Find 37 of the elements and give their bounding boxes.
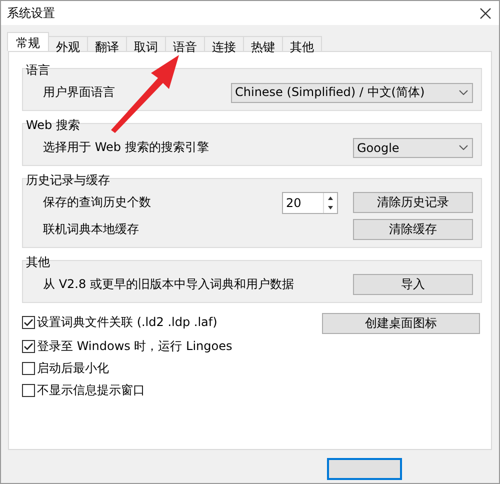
setting-label: 联机词典本地缓存 — [42, 221, 140, 238]
action-button[interactable]: 清除缓存 — [353, 219, 473, 240]
window-title: 系统设置 — [7, 4, 55, 22]
group-title: Web 搜索 — [25, 117, 81, 133]
chevron-down-icon — [459, 90, 468, 95]
chevron-down-icon — [459, 145, 468, 150]
tab[interactable]: 翻译 — [87, 36, 127, 51]
group-title: 语言 — [25, 62, 51, 78]
setting-label: 用户界面语言 — [42, 84, 116, 101]
dropdown[interactable]: Chinese (Simplified) / 中文(简体) — [231, 82, 473, 102]
checkbox-label[interactable]: 设置词典文件关联 (.ld2 .ldp .laf) — [37, 314, 218, 331]
tab[interactable]: 语音 — [165, 36, 205, 51]
group-title: 其他 — [25, 254, 51, 270]
checkbox-label[interactable]: 不显示信息提示窗口 — [37, 382, 145, 399]
checkbox-label[interactable]: 启动后最小化 — [37, 360, 109, 377]
action-button[interactable]: 清除历史记录 — [353, 192, 473, 213]
setting-label: 从 V2.8 或更早的旧版本中导入词典和用户数据 — [42, 276, 295, 293]
desktop-icon-button[interactable]: 创建桌面图标 — [322, 313, 480, 334]
group-title: 历史记录与缓存 — [25, 172, 111, 188]
tab[interactable]: 外观 — [48, 36, 88, 51]
setting-label: 保存的查询历史个数 — [42, 194, 152, 211]
tab[interactable]: 取词 — [126, 36, 166, 51]
action-button[interactable]: 导入 — [353, 274, 473, 295]
dialog-button[interactable] — [327, 458, 402, 480]
setting-label: 选择用于 Web 搜索的搜索引擎 — [42, 139, 210, 156]
checkbox[interactable] — [22, 316, 35, 329]
checkbox[interactable] — [22, 362, 35, 375]
checkbox-label[interactable]: 登录至 Windows 时，运行 Lingoes — [37, 338, 232, 355]
tab[interactable]: 连接 — [204, 36, 244, 51]
tab[interactable]: 热键 — [243, 36, 283, 51]
number-spinner[interactable]: 20 — [282, 192, 338, 214]
tab[interactable]: 常规 — [7, 32, 49, 51]
checkbox[interactable] — [22, 384, 35, 397]
checkbox[interactable] — [22, 340, 35, 353]
close-icon[interactable] — [480, 8, 491, 18]
dropdown[interactable]: Google — [353, 138, 473, 158]
tab[interactable]: 其他 — [282, 36, 322, 51]
